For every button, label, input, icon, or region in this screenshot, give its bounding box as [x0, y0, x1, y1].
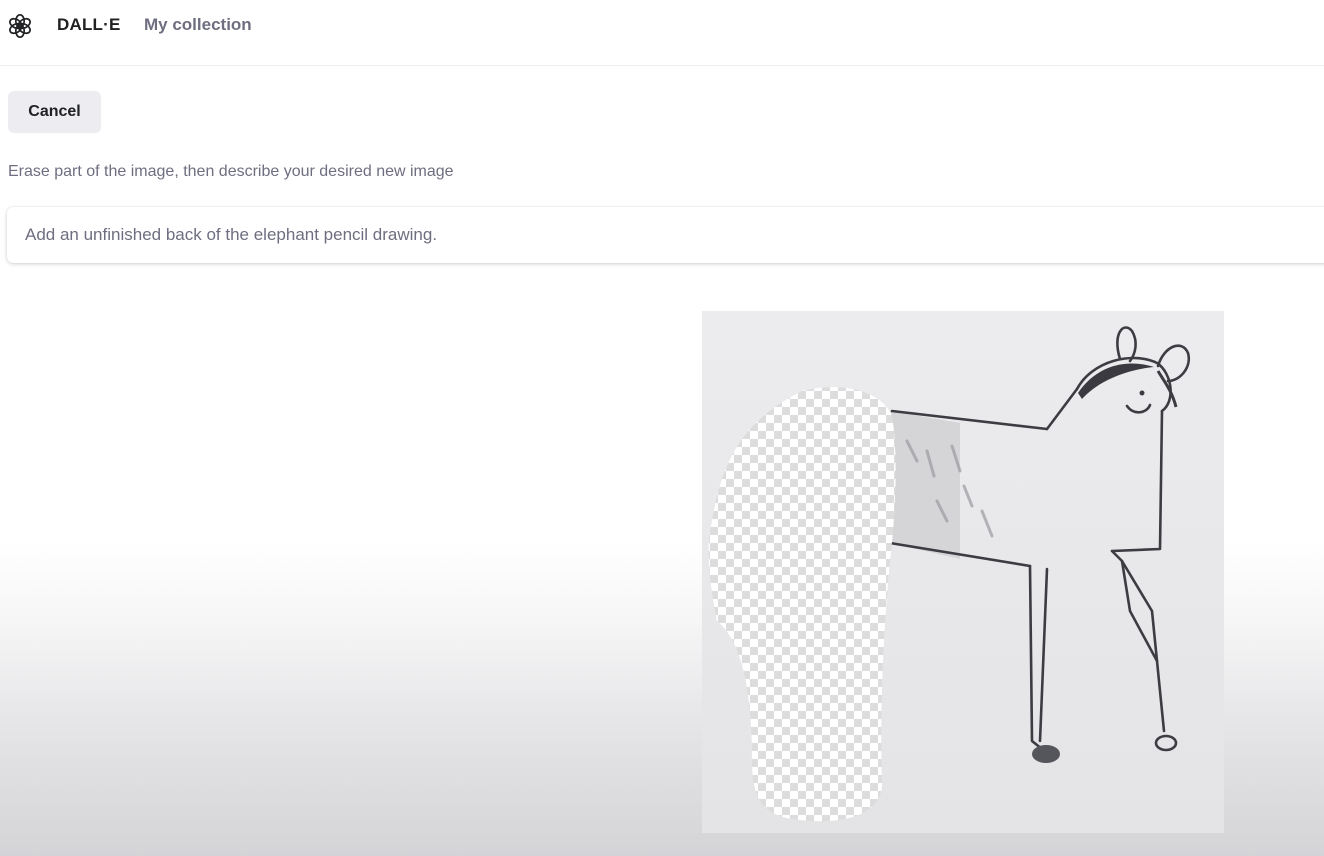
edit-instruction-text: Erase part of the image, then describe y…: [8, 163, 454, 180]
top-navigation-bar: DALL·E My collection: [0, 0, 1324, 66]
my-collection-link[interactable]: My collection: [144, 15, 252, 35]
brand-name[interactable]: DALL·E: [57, 15, 121, 35]
front-hoof: [1032, 745, 1060, 763]
prompt-box: [7, 207, 1324, 263]
cancel-button[interactable]: Cancel: [8, 91, 101, 133]
eye: [1139, 390, 1145, 396]
pencil-drawing-canvas[interactable]: [702, 311, 1224, 833]
prompt-input[interactable]: [25, 207, 1125, 263]
image-edit-canvas[interactable]: [702, 311, 1224, 833]
shaded-body-fur: [890, 411, 960, 559]
openai-logo-icon[interactable]: [7, 13, 33, 39]
